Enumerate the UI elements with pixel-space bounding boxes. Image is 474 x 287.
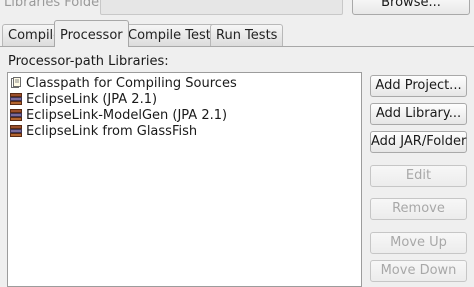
list-item-label: EclipseLink from GlassFish	[26, 123, 198, 139]
list-item[interactable]: EclipseLink (JPA 2.1)	[10, 91, 157, 107]
tab-compile-tests[interactable]: Compile Tests	[122, 24, 224, 46]
move-up-button[interactable]: Move Up	[370, 232, 467, 254]
classpath-icon	[11, 77, 21, 88]
list-item[interactable]: Classpath for Compiling Sources	[10, 75, 237, 91]
list-item-label: EclipseLink-ModelGen (JPA 2.1)	[26, 107, 228, 123]
browse-button[interactable]: Browse...	[352, 0, 470, 15]
remove-button[interactable]: Remove	[370, 198, 467, 220]
tab-run-tests[interactable]: Run Tests	[210, 24, 284, 46]
tab-bar: Compile Processor Compile Tests Run Test…	[0, 20, 474, 47]
processor-path-label: Processor-path Libraries:	[8, 54, 169, 69]
add-project-button[interactable]: Add Project...	[370, 75, 467, 97]
library-list[interactable]: Classpath for Compiling Sources EclipseL…	[7, 72, 362, 287]
libraries-folder-field[interactable]	[100, 0, 343, 15]
add-library-button[interactable]: Add Library...	[370, 103, 467, 125]
edit-button[interactable]: Edit	[370, 165, 467, 187]
library-icon	[10, 109, 22, 121]
library-icon	[10, 93, 22, 105]
library-icon	[10, 125, 22, 137]
libraries-folder-label: Libraries Folder:	[4, 0, 109, 10]
list-item-label: Classpath for Compiling Sources	[26, 75, 237, 91]
list-item[interactable]: EclipseLink-ModelGen (JPA 2.1)	[10, 107, 227, 123]
tab-processor[interactable]: Processor	[54, 20, 129, 47]
list-item-label: EclipseLink (JPA 2.1)	[26, 91, 158, 107]
add-jar-folder-button[interactable]: Add JAR/Folder	[370, 131, 467, 153]
move-down-button[interactable]: Move Down	[370, 260, 467, 282]
list-item[interactable]: EclipseLink from GlassFish	[10, 123, 197, 139]
